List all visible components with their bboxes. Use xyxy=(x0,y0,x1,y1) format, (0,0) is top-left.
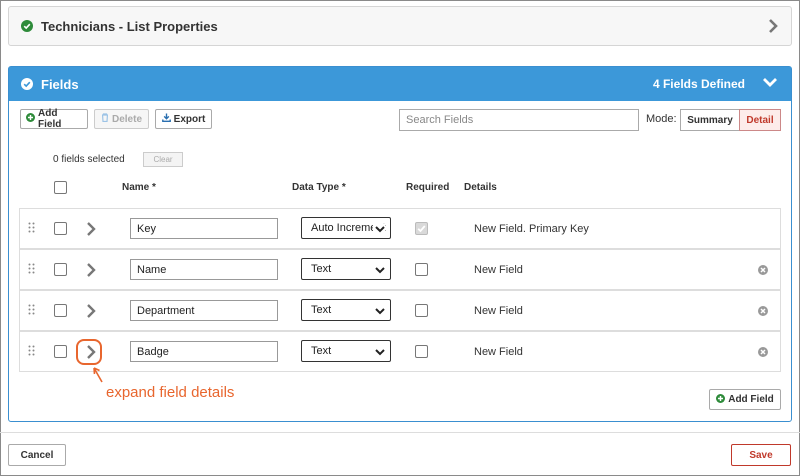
save-button[interactable]: Save xyxy=(731,444,791,466)
add-field-bottom-button[interactable]: Add Field xyxy=(709,389,781,410)
row-select-checkbox[interactable] xyxy=(54,263,67,276)
data-type-value: Text xyxy=(311,263,332,275)
callout-highlight xyxy=(76,339,102,365)
data-type-select[interactable]: Text xyxy=(301,258,391,280)
drag-handle-icon[interactable] xyxy=(28,345,35,359)
field-name-input[interactable] xyxy=(130,341,278,362)
field-details: New Field xyxy=(474,264,523,276)
data-type-select[interactable]: Text xyxy=(301,299,391,321)
drag-handle-icon[interactable] xyxy=(28,222,35,236)
data-type-select[interactable]: Auto Increment xyxy=(301,217,391,239)
caret-down-icon xyxy=(375,306,385,318)
row-select-checkbox[interactable] xyxy=(54,222,67,235)
remove-field-icon[interactable] xyxy=(758,265,768,278)
data-type-value: Text xyxy=(311,345,332,357)
export-button[interactable]: Export xyxy=(155,109,212,129)
trash-icon xyxy=(101,113,109,125)
callout-text: expand field details xyxy=(106,384,235,401)
chevron-right-icon[interactable] xyxy=(767,17,779,38)
field-details: New Field xyxy=(474,305,523,317)
expand-chevron-icon[interactable] xyxy=(86,303,96,322)
column-header-name: Name * xyxy=(122,182,156,193)
required-checkbox[interactable] xyxy=(415,263,428,276)
download-icon xyxy=(161,113,171,125)
expand-chevron-icon[interactable] xyxy=(86,221,96,240)
row-select-checkbox[interactable] xyxy=(54,345,67,358)
mode-label: Mode: xyxy=(646,113,677,125)
search-fields-input[interactable] xyxy=(399,109,639,131)
drag-handle-icon[interactable] xyxy=(28,263,35,277)
callout-arrow-icon xyxy=(93,367,103,383)
fields-selected-text: 0 fields selected xyxy=(53,154,125,165)
cancel-button[interactable]: Cancel xyxy=(8,444,66,466)
fields-count: 4 Fields Defined xyxy=(652,77,745,91)
fields-panel-title: Fields xyxy=(41,76,79,92)
footer-divider xyxy=(0,432,800,433)
field-row: Text New Field xyxy=(19,290,781,331)
remove-field-icon[interactable] xyxy=(758,347,768,360)
column-header-required: Required xyxy=(406,182,450,193)
required-checkbox[interactable] xyxy=(415,304,428,317)
add-field-label: Add Field xyxy=(38,108,62,130)
row-select-checkbox[interactable] xyxy=(54,304,67,317)
check-circle-icon xyxy=(21,20,33,32)
required-checkbox[interactable] xyxy=(415,345,428,358)
required-checkbox[interactable] xyxy=(415,222,428,235)
caret-down-icon xyxy=(373,224,385,236)
data-type-value: Text xyxy=(311,304,332,316)
export-label: Export xyxy=(173,113,206,125)
delete-button[interactable]: Delete xyxy=(94,109,149,129)
field-name-input[interactable] xyxy=(130,300,278,321)
list-properties-title: Technicians - List Properties xyxy=(41,18,218,34)
field-details: New Field. Primary Key xyxy=(474,223,589,235)
mode-summary-button[interactable]: Summary xyxy=(680,109,740,131)
check-circle-icon xyxy=(21,78,33,90)
column-header-details: Details xyxy=(464,182,497,193)
field-row: Text New Field xyxy=(19,249,781,290)
field-row: Auto Increment New Field. Primary Key xyxy=(19,208,781,249)
fields-panel-header[interactable]: Fields 4 Fields Defined xyxy=(9,67,791,101)
field-row: Text New Field xyxy=(19,331,781,372)
column-header-data-type: Data Type * xyxy=(292,182,346,193)
caret-down-icon xyxy=(375,347,385,359)
fields-panel: Fields 4 Fields Defined Add Field Delete… xyxy=(8,66,792,422)
add-field-bottom-label: Add Field xyxy=(728,394,774,405)
field-name-input[interactable] xyxy=(130,218,278,239)
delete-label: Delete xyxy=(111,113,142,125)
field-details: New Field xyxy=(474,346,523,358)
chevron-down-icon[interactable] xyxy=(761,76,779,93)
field-name-input[interactable] xyxy=(130,259,278,280)
list-properties-panel[interactable]: Technicians - List Properties xyxy=(8,6,792,46)
data-type-select[interactable]: Text xyxy=(301,340,391,362)
caret-down-icon xyxy=(375,265,385,277)
add-field-button[interactable]: Add Field xyxy=(20,108,88,130)
clear-selection-button[interactable]: Clear xyxy=(143,152,183,167)
drag-handle-icon[interactable] xyxy=(28,304,35,318)
plus-circle-icon xyxy=(716,393,726,406)
expand-chevron-icon[interactable] xyxy=(86,262,96,281)
remove-field-icon[interactable] xyxy=(758,306,768,319)
select-all-checkbox[interactable] xyxy=(54,181,67,194)
plus-circle-icon xyxy=(26,113,35,125)
mode-detail-button[interactable]: Detail xyxy=(739,109,781,131)
